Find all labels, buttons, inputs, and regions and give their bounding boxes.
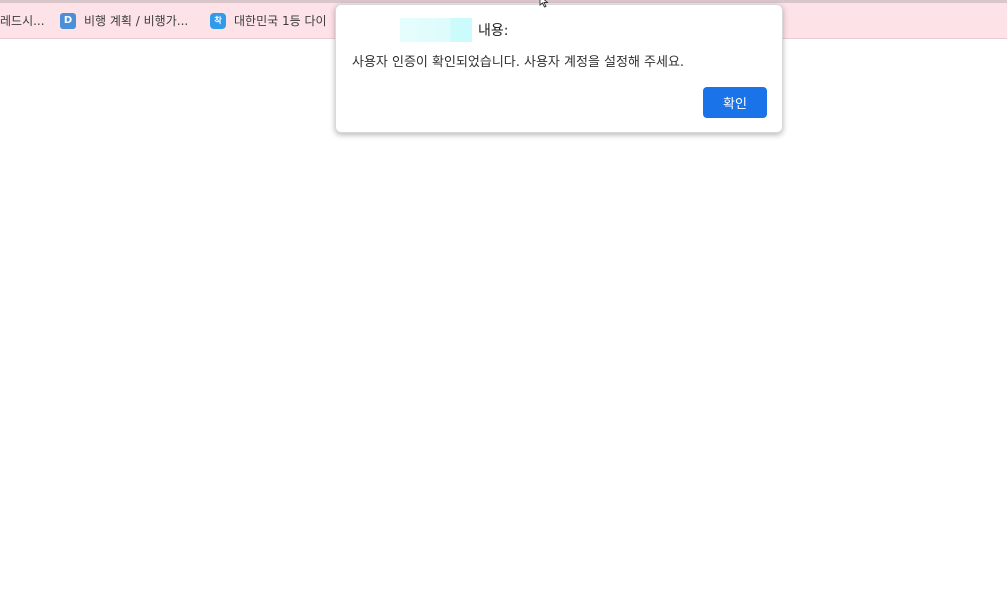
chat-favicon-icon: 착	[210, 12, 226, 29]
ok-button[interactable]: 확인	[703, 87, 767, 118]
bookmark-item-korea[interactable]: 착 대한민국 1등 다이	[210, 3, 327, 38]
mouse-cursor-icon	[539, 0, 549, 8]
bookmark-label: 대한민국 1등 다이	[234, 14, 327, 28]
d-favicon-icon: D	[60, 12, 76, 29]
dialog-message: 사용자 인증이 확인되었습니다. 사용자 계정을 설정해 주세요.	[352, 55, 685, 70]
redacted-origin	[400, 18, 472, 42]
dialog-title: 내용:	[478, 23, 509, 39]
dialog-origin: 내용:	[400, 18, 508, 42]
bookmark-item-flight-plan[interactable]: D 비행 계획 / 비행가...	[60, 3, 188, 38]
alert-dialog: 내용: 사용자 인증이 확인되었습니다. 사용자 계정을 설정해 주세요. 확인	[335, 4, 783, 133]
bookmark-label: 비행 계획 / 비행가...	[84, 14, 189, 28]
bookmark-label: 레드시...	[0, 14, 45, 28]
bookmark-item[interactable]: 레드시...	[0, 3, 45, 38]
